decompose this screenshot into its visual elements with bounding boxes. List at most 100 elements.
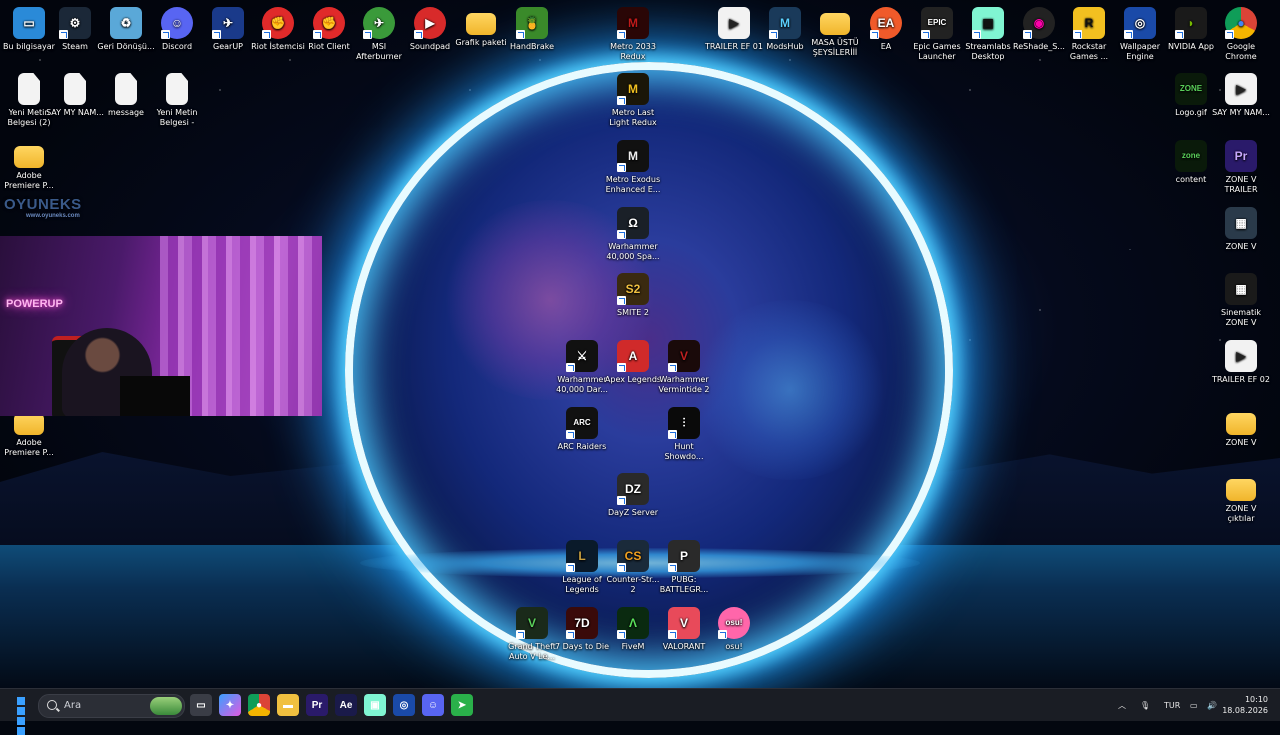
system-clock[interactable]: 10:10 18.08.2026: [1222, 694, 1268, 716]
desktop-icon-label: Warhammer 40,000 Dar...: [556, 375, 608, 394]
desktop-icon-trailer-ef-02[interactable]: ▶ TRAILER EF 02: [1212, 340, 1270, 385]
desktop-icon-epic[interactable]: EPIC Epic Games Launcher: [908, 7, 966, 62]
desktop-icon-zone-v-2[interactable]: ZONE V: [1212, 407, 1270, 448]
desktop-icon-label: Adobe Premiere P...: [4, 438, 54, 457]
microphone-icon[interactable]: 🎙: [1140, 689, 1150, 721]
desktop-icon-say-my-name-1[interactable]: SAY MY NAM...: [46, 73, 104, 118]
desktop-icon-label: Rockstar Games ...: [1069, 42, 1109, 61]
desktop-icon-label: HandBrake: [509, 42, 554, 51]
desktop-icon-label: Discord: [161, 42, 193, 51]
shortcut-arrow-icon: [363, 30, 372, 39]
desktop-icon-riot-istemcisi[interactable]: ✊ Riot İstemcisi: [249, 7, 307, 52]
search-placeholder: Ara: [64, 700, 82, 711]
desktop-icon-steam[interactable]: ⚙ Steam: [46, 7, 104, 52]
desktop-icon-dayz[interactable]: DZ DayZ Server: [604, 473, 662, 518]
desktop-icon-label: Streamlabs Desktop: [965, 42, 1011, 61]
apex-icon: A: [617, 340, 649, 372]
dayz-icon: DZ: [617, 473, 649, 505]
shortcut-arrow-icon: [1124, 30, 1133, 39]
shortcut-arrow-icon: [617, 30, 626, 39]
desktop-icon-7days[interactable]: 7D 7 Days to Die: [553, 607, 611, 652]
oyuneks-logo-text: OYUNEKS: [4, 196, 82, 213]
desktop-icon-wallpaper-engine[interactable]: ◎ Wallpaper Engine: [1111, 7, 1169, 62]
input-language[interactable]: TUR: [1164, 689, 1180, 721]
webcam-monitor: [120, 376, 190, 416]
taskbar-after-effects-icon[interactable]: Ae: [335, 694, 357, 716]
steam-icon: ⚙: [59, 7, 91, 39]
desktop-icon-metro-exodus[interactable]: M Metro Exodus Enhanced E...: [604, 140, 662, 195]
desktop-icon-rockstar[interactable]: R Rockstar Games ...: [1060, 7, 1118, 62]
folder-icon: [1226, 413, 1256, 435]
shortcut-arrow-icon: [566, 563, 575, 572]
ea-icon: EA: [870, 7, 902, 39]
desktop-icon-label: Epic Games Launcher: [913, 42, 961, 61]
taskbar-wallpaper-engine-icon[interactable]: ◎: [393, 694, 415, 716]
desktop-icon-smite-2[interactable]: S2 SMITE 2: [604, 273, 662, 318]
zone-v-trailer-icon: Pr: [1225, 140, 1257, 172]
desktop-icon-masa-ustu[interactable]: MASA ÜSTÜ ŞEYSİLERİİİ: [806, 7, 864, 58]
desktop-icon-label: League of Legends: [562, 575, 602, 594]
desktop-icon-soundpad[interactable]: ▶ Soundpad: [401, 7, 459, 52]
taskbar-chrome-icon[interactable]: ●: [248, 694, 270, 716]
network-icon[interactable]: ▭: [1190, 689, 1198, 721]
desktop-icon-yeni-metin[interactable]: Yeni Metin Belgesi -: [148, 73, 206, 128]
desktop-icon-label: Warhammer Vermintide 2: [658, 375, 710, 394]
taskbar-streamlabs-icon[interactable]: ▣: [364, 694, 386, 716]
clock-time: 10:10: [1244, 695, 1268, 704]
reshade-icon: ◉: [1023, 7, 1055, 39]
desktop-icon-streamlabs[interactable]: ▣ Streamlabs Desktop: [959, 7, 1017, 62]
start-button[interactable]: [12, 696, 30, 735]
desktop-icon-pubg[interactable]: P PUBG: BATTLEGR...: [655, 540, 713, 595]
desktop-icon-say-my-name-2[interactable]: ▶ SAY MY NAM...: [1212, 73, 1270, 118]
desktop-icon-chrome[interactable]: ● Google Chrome: [1212, 7, 1270, 62]
taskbar-search[interactable]: Ara: [38, 694, 185, 718]
desktop-icon-message[interactable]: message: [97, 73, 155, 118]
desktop-icon-label: 7 Days to Die: [554, 642, 610, 651]
shortcut-arrow-icon: [668, 430, 677, 439]
taskbar-file-explorer-icon[interactable]: ▬: [277, 694, 299, 716]
folder-icon: [14, 146, 44, 168]
desktop-icon-osu[interactable]: osu! osu!: [705, 607, 763, 652]
windows-logo-icon: [17, 717, 25, 725]
desktop-icon-grafik-paketi[interactable]: Grafik paketi: [452, 7, 510, 48]
desktop-icon-hunt[interactable]: ⫶ Hunt Showdo...: [655, 407, 713, 462]
desktop-icon-msi-afterburner[interactable]: ✈ MSI Afterburner: [350, 7, 408, 62]
shortcut-arrow-icon: [1023, 30, 1032, 39]
volume-icon[interactable]: 🔊: [1207, 689, 1217, 721]
shortcut-arrow-icon: [668, 630, 677, 639]
taskbar-discord-icon[interactable]: ☺: [422, 694, 444, 716]
desktop-icon-arc-raiders[interactable]: ARC ARC Raiders: [553, 407, 611, 452]
folder-icon: [820, 13, 850, 35]
taskbar-copilot-icon[interactable]: ✦: [219, 694, 241, 716]
bu-bilgisayar-icon: ▭: [13, 7, 45, 39]
desktop-icon-zone-v-1[interactable]: ▦ ZONE V: [1212, 207, 1270, 252]
desktop-icon-vermintide[interactable]: V Warhammer Vermintide 2: [655, 340, 713, 395]
desktop-icon-trailer-ef-01[interactable]: ▶ TRAILER EF 01: [705, 7, 763, 52]
desktop-icon-zone-v-ciktilar[interactable]: ZONE V çıktılar: [1212, 473, 1270, 524]
desktop-icon-metro-last-light[interactable]: M Metro Last Light Redux: [604, 73, 662, 128]
desktop-icon-label: ZONE V çıktılar: [1225, 504, 1257, 523]
desktop-icon-metro-2033[interactable]: M Metro 2033 Redux: [604, 7, 662, 62]
desktop-icon-apex[interactable]: A Apex Legends: [604, 340, 662, 385]
taskbar-task-view-icon[interactable]: ▭: [190, 694, 212, 716]
desktop-icon-label: Apex Legends: [604, 375, 662, 384]
show-hidden-icons-chevron-icon[interactable]: ︿: [1118, 689, 1126, 721]
shortcut-arrow-icon: [617, 296, 626, 305]
desktop-icon-sinematik[interactable]: ▦ Sinematik ZONE V: [1212, 273, 1270, 328]
desktop-icon-warhammer-darktide[interactable]: ⚔ Warhammer 40,000 Dar...: [553, 340, 611, 395]
desktop-icon-zone-v-trailer[interactable]: Pr ZONE V TRAILER: [1212, 140, 1270, 195]
shortcut-arrow-icon: [718, 630, 727, 639]
desktop-icon-ea[interactable]: EA EA: [857, 7, 915, 52]
desktop-icon-lol[interactable]: L League of Legends: [553, 540, 611, 595]
taskbar-premiere-icon[interactable]: Pr: [306, 694, 328, 716]
shortcut-arrow-icon: [566, 430, 575, 439]
desktop-icon-adobe-premiere-1[interactable]: Adobe Premiere P...: [0, 140, 58, 191]
desktop-icon-handbrake[interactable]: 🍍 HandBrake: [503, 7, 561, 52]
desktop-icon-fivem[interactable]: Λ FiveM: [604, 607, 662, 652]
desktop-icon-discord[interactable]: ☺ Discord: [148, 7, 206, 52]
desktop-icon-cs2[interactable]: CS Counter-Str... 2: [604, 540, 662, 595]
desktop-icon-warhammer-space[interactable]: Ω Warhammer 40,000 Spa...: [604, 207, 662, 262]
desktop-icon-geri-donusum[interactable]: ♻ Geri Dönüşü...: [97, 7, 155, 52]
windows-logo-icon: [17, 707, 25, 715]
taskbar-green-app-icon[interactable]: ➤: [451, 694, 473, 716]
